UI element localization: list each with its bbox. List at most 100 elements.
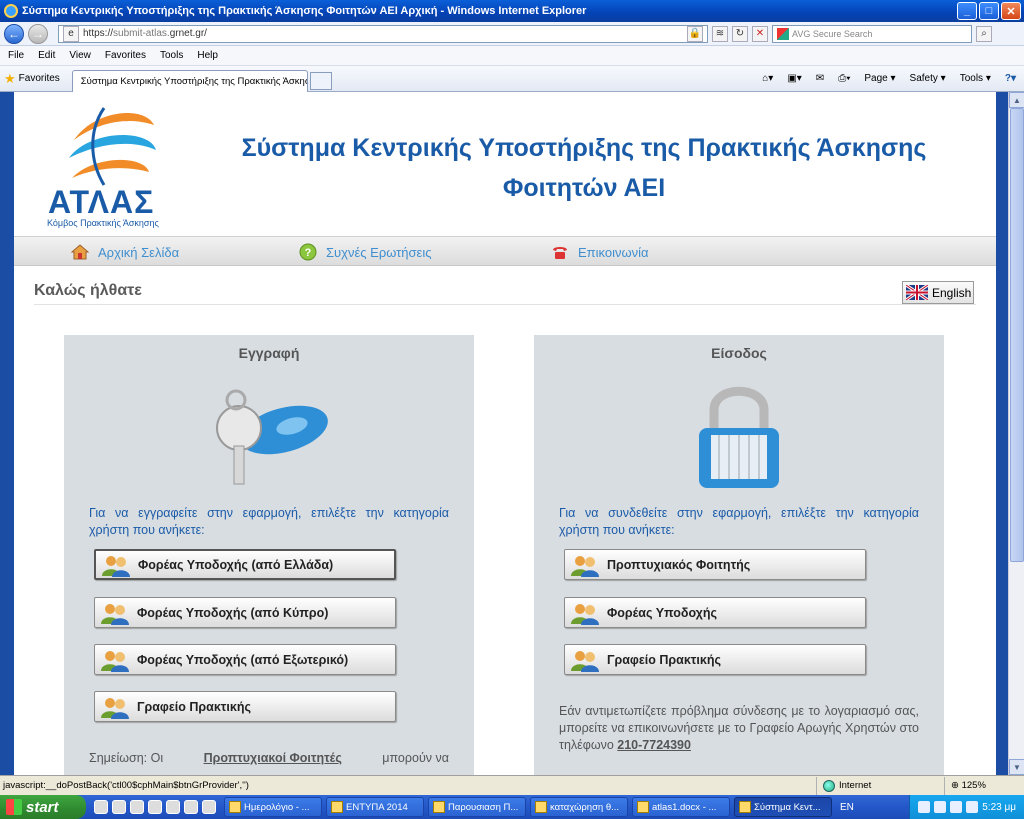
nav-faq[interactable]: ? Συχνές Ερωτήσεις xyxy=(298,242,432,262)
tray-network-icon[interactable] xyxy=(918,801,931,813)
task-registration[interactable]: καταχώρηση θ... xyxy=(530,797,628,817)
windows-flag-icon xyxy=(6,799,22,815)
task-presentation[interactable]: Παρουσιαση Π... xyxy=(428,797,526,817)
task-ie[interactable]: Σύστημα Κεντ... xyxy=(734,797,832,817)
users-icon xyxy=(102,555,130,577)
tools-menu[interactable]: Tools ▾ xyxy=(960,73,991,84)
search-input[interactable]: AVG Secure Search xyxy=(772,24,972,43)
compat-icon[interactable]: ≋ xyxy=(712,25,728,42)
login-help-text: Εάν αντιμετωπίζετε πρόβλημα σύνδεσης με … xyxy=(559,703,919,754)
quicklaunch-excel-icon[interactable] xyxy=(202,800,216,814)
students-link[interactable]: Προπτυχιακοί Φοιτητές xyxy=(204,750,342,767)
address-bar[interactable]: e https://submit-atlas.grnet.gr/ 🔒 xyxy=(58,24,708,43)
quicklaunch-media-icon[interactable] xyxy=(148,800,162,814)
address-subdomain: submit-atlas. xyxy=(113,28,170,39)
register-provider-greece-button[interactable]: Φορέας Υποδοχής (από Ελλάδα) xyxy=(94,549,396,580)
minimize-button[interactable]: _ xyxy=(957,2,977,20)
login-provider-button[interactable]: Φορέας Υποδοχής xyxy=(564,597,866,628)
login-internship-office-button[interactable]: Γραφείο Πρακτικής xyxy=(564,644,866,675)
task-word-doc[interactable]: atlas1.docx - ... xyxy=(632,797,730,817)
search-icon[interactable]: ⌕ xyxy=(976,25,992,42)
zoom-level: 125% xyxy=(961,780,986,791)
scroll-up-icon[interactable]: ▲ xyxy=(1009,92,1024,108)
quicklaunch-mail-icon[interactable] xyxy=(112,800,126,814)
print-icon[interactable]: ⎙▾ xyxy=(838,73,850,84)
browser-tab[interactable]: Σύστημα Κεντρικής Υποστήριξης της Πρακτι… xyxy=(71,69,308,92)
mail-icon[interactable]: ✉ xyxy=(816,73,824,84)
ie-icon xyxy=(4,4,18,18)
zoom-icon: ⊕ xyxy=(951,780,962,791)
web-page: ΑΤΛΑΣ Κόμβος Πρακτικής Άσκησης Σύστημα Κ… xyxy=(14,92,996,775)
start-button[interactable]: start xyxy=(0,795,86,819)
word-icon xyxy=(637,801,649,813)
login-provider-label: Φορέας Υποδοχής xyxy=(607,605,717,620)
safety-menu[interactable]: Safety ▾ xyxy=(910,73,946,84)
feeds-icon[interactable]: ▣▾ xyxy=(787,73,801,84)
close-button[interactable]: ✕ xyxy=(1001,2,1021,20)
register-title: Εγγραφή xyxy=(238,345,300,361)
favorites-button[interactable]: ★ Favorites xyxy=(4,71,60,87)
maximize-button[interactable]: □ xyxy=(979,2,999,20)
register-provider-cyprus-button[interactable]: Φορέας Υποδοχής (από Κύπρο) xyxy=(94,597,396,628)
svg-text:?: ? xyxy=(305,247,312,259)
home-icon[interactable]: ⌂▾ xyxy=(762,73,773,84)
menu-tools[interactable]: Tools xyxy=(160,50,183,61)
menu-favorites[interactable]: Favorites xyxy=(105,50,146,61)
nav-contact[interactable]: Επικοινωνία xyxy=(550,242,649,262)
tray-antivirus-icon[interactable] xyxy=(950,801,963,813)
nav-faq-label: Συχνές Ερωτήσεις xyxy=(326,244,432,260)
register-panel: Εγγραφή Για να εγγραφείτε στην εφαρμογή,… xyxy=(64,335,474,775)
tray-volume-icon[interactable] xyxy=(934,801,947,813)
helpdesk-phone-link[interactable]: 210-7724390 xyxy=(617,738,691,752)
task-calendar[interactable]: Ημερολόγιο - ... xyxy=(224,797,322,817)
quicklaunch-word-icon[interactable] xyxy=(184,800,198,814)
new-tab-button[interactable] xyxy=(309,71,332,90)
nav-home[interactable]: Αρχική Σελίδα xyxy=(70,242,179,262)
users-icon xyxy=(571,650,599,672)
clock[interactable]: 5:23 μμ xyxy=(982,802,1016,813)
quicklaunch-app-icon[interactable] xyxy=(130,800,144,814)
english-label: English xyxy=(932,285,972,300)
menu-edit[interactable]: Edit xyxy=(38,50,55,61)
favorites-bar: ★ Favorites Σύστημα Κεντρικής Υποστήριξη… xyxy=(0,66,1024,92)
forward-button[interactable]: → xyxy=(28,23,48,44)
lock-icon[interactable]: 🔒 xyxy=(687,25,703,42)
users-icon xyxy=(101,650,129,672)
scroll-thumb[interactable] xyxy=(1010,108,1024,562)
site-header: ΑΤΛΑΣ Κόμβος Πρακτικής Άσκησης Σύστημα Κ… xyxy=(14,92,996,236)
powerpoint-icon xyxy=(433,801,445,813)
task-folder[interactable]: ΕΝΤΥΠΑ 2014 xyxy=(326,797,424,817)
note-suffix: μπορούν να xyxy=(382,751,449,765)
zoom-control[interactable]: ⊕ 125% xyxy=(944,776,1024,795)
login-student-button[interactable]: Προπτυχιακός Φοιτητής xyxy=(564,549,866,580)
page-menu[interactable]: Page ▾ xyxy=(864,73,895,84)
menu-file[interactable]: File xyxy=(8,50,24,61)
help-icon[interactable]: ?▾ xyxy=(1005,73,1016,84)
stop-icon[interactable]: ✕ xyxy=(752,25,768,42)
refresh-icon[interactable]: ↻ xyxy=(732,25,748,42)
address-url[interactable]: https://submit-atlas.grnet.gr/ xyxy=(83,28,683,39)
menu-help[interactable]: Help xyxy=(197,50,218,61)
quick-launch xyxy=(94,800,216,814)
menu-view[interactable]: View xyxy=(69,50,91,61)
back-button[interactable]: ← xyxy=(4,23,24,44)
users-icon xyxy=(101,603,129,625)
tab-title: Σύστημα Κεντρικής Υποστήριξης της Πρακτι… xyxy=(80,75,308,87)
language-indicator[interactable]: EN xyxy=(840,802,854,813)
scroll-down-icon[interactable]: ▼ xyxy=(1009,759,1024,775)
english-language-button[interactable]: English xyxy=(902,281,974,304)
command-bar: ⌂▾ ▣▾ ✉ ⎙▾ Page ▾ Safety ▾ Tools ▾ ?▾ xyxy=(762,73,1024,84)
login-panel: Είσοδος Για να συνδεθείτε στην εφαρμογή,… xyxy=(534,335,944,775)
star-icon: ★ xyxy=(4,70,16,86)
register-internship-office-button[interactable]: Γραφείο Πρακτικής xyxy=(94,691,396,722)
address-domain: grnet.gr/ xyxy=(169,28,207,39)
security-zone[interactable]: Internet xyxy=(816,776,944,795)
status-text: javascript:__doPostBack('ctl00$cphMain$b… xyxy=(3,780,249,791)
tray-chat-icon[interactable] xyxy=(966,801,979,813)
quicklaunch-flag-icon[interactable] xyxy=(166,800,180,814)
register-provider-abroad-button[interactable]: Φορέας Υποδοχής (από Εξωτερικό) xyxy=(94,644,396,675)
address-protocol: https:// xyxy=(83,28,114,39)
quicklaunch-ie-icon[interactable] xyxy=(94,800,108,814)
vertical-scrollbar[interactable]: ▲ ▼ xyxy=(1008,92,1024,775)
nav-contact-label: Επικοινωνία xyxy=(578,244,649,260)
